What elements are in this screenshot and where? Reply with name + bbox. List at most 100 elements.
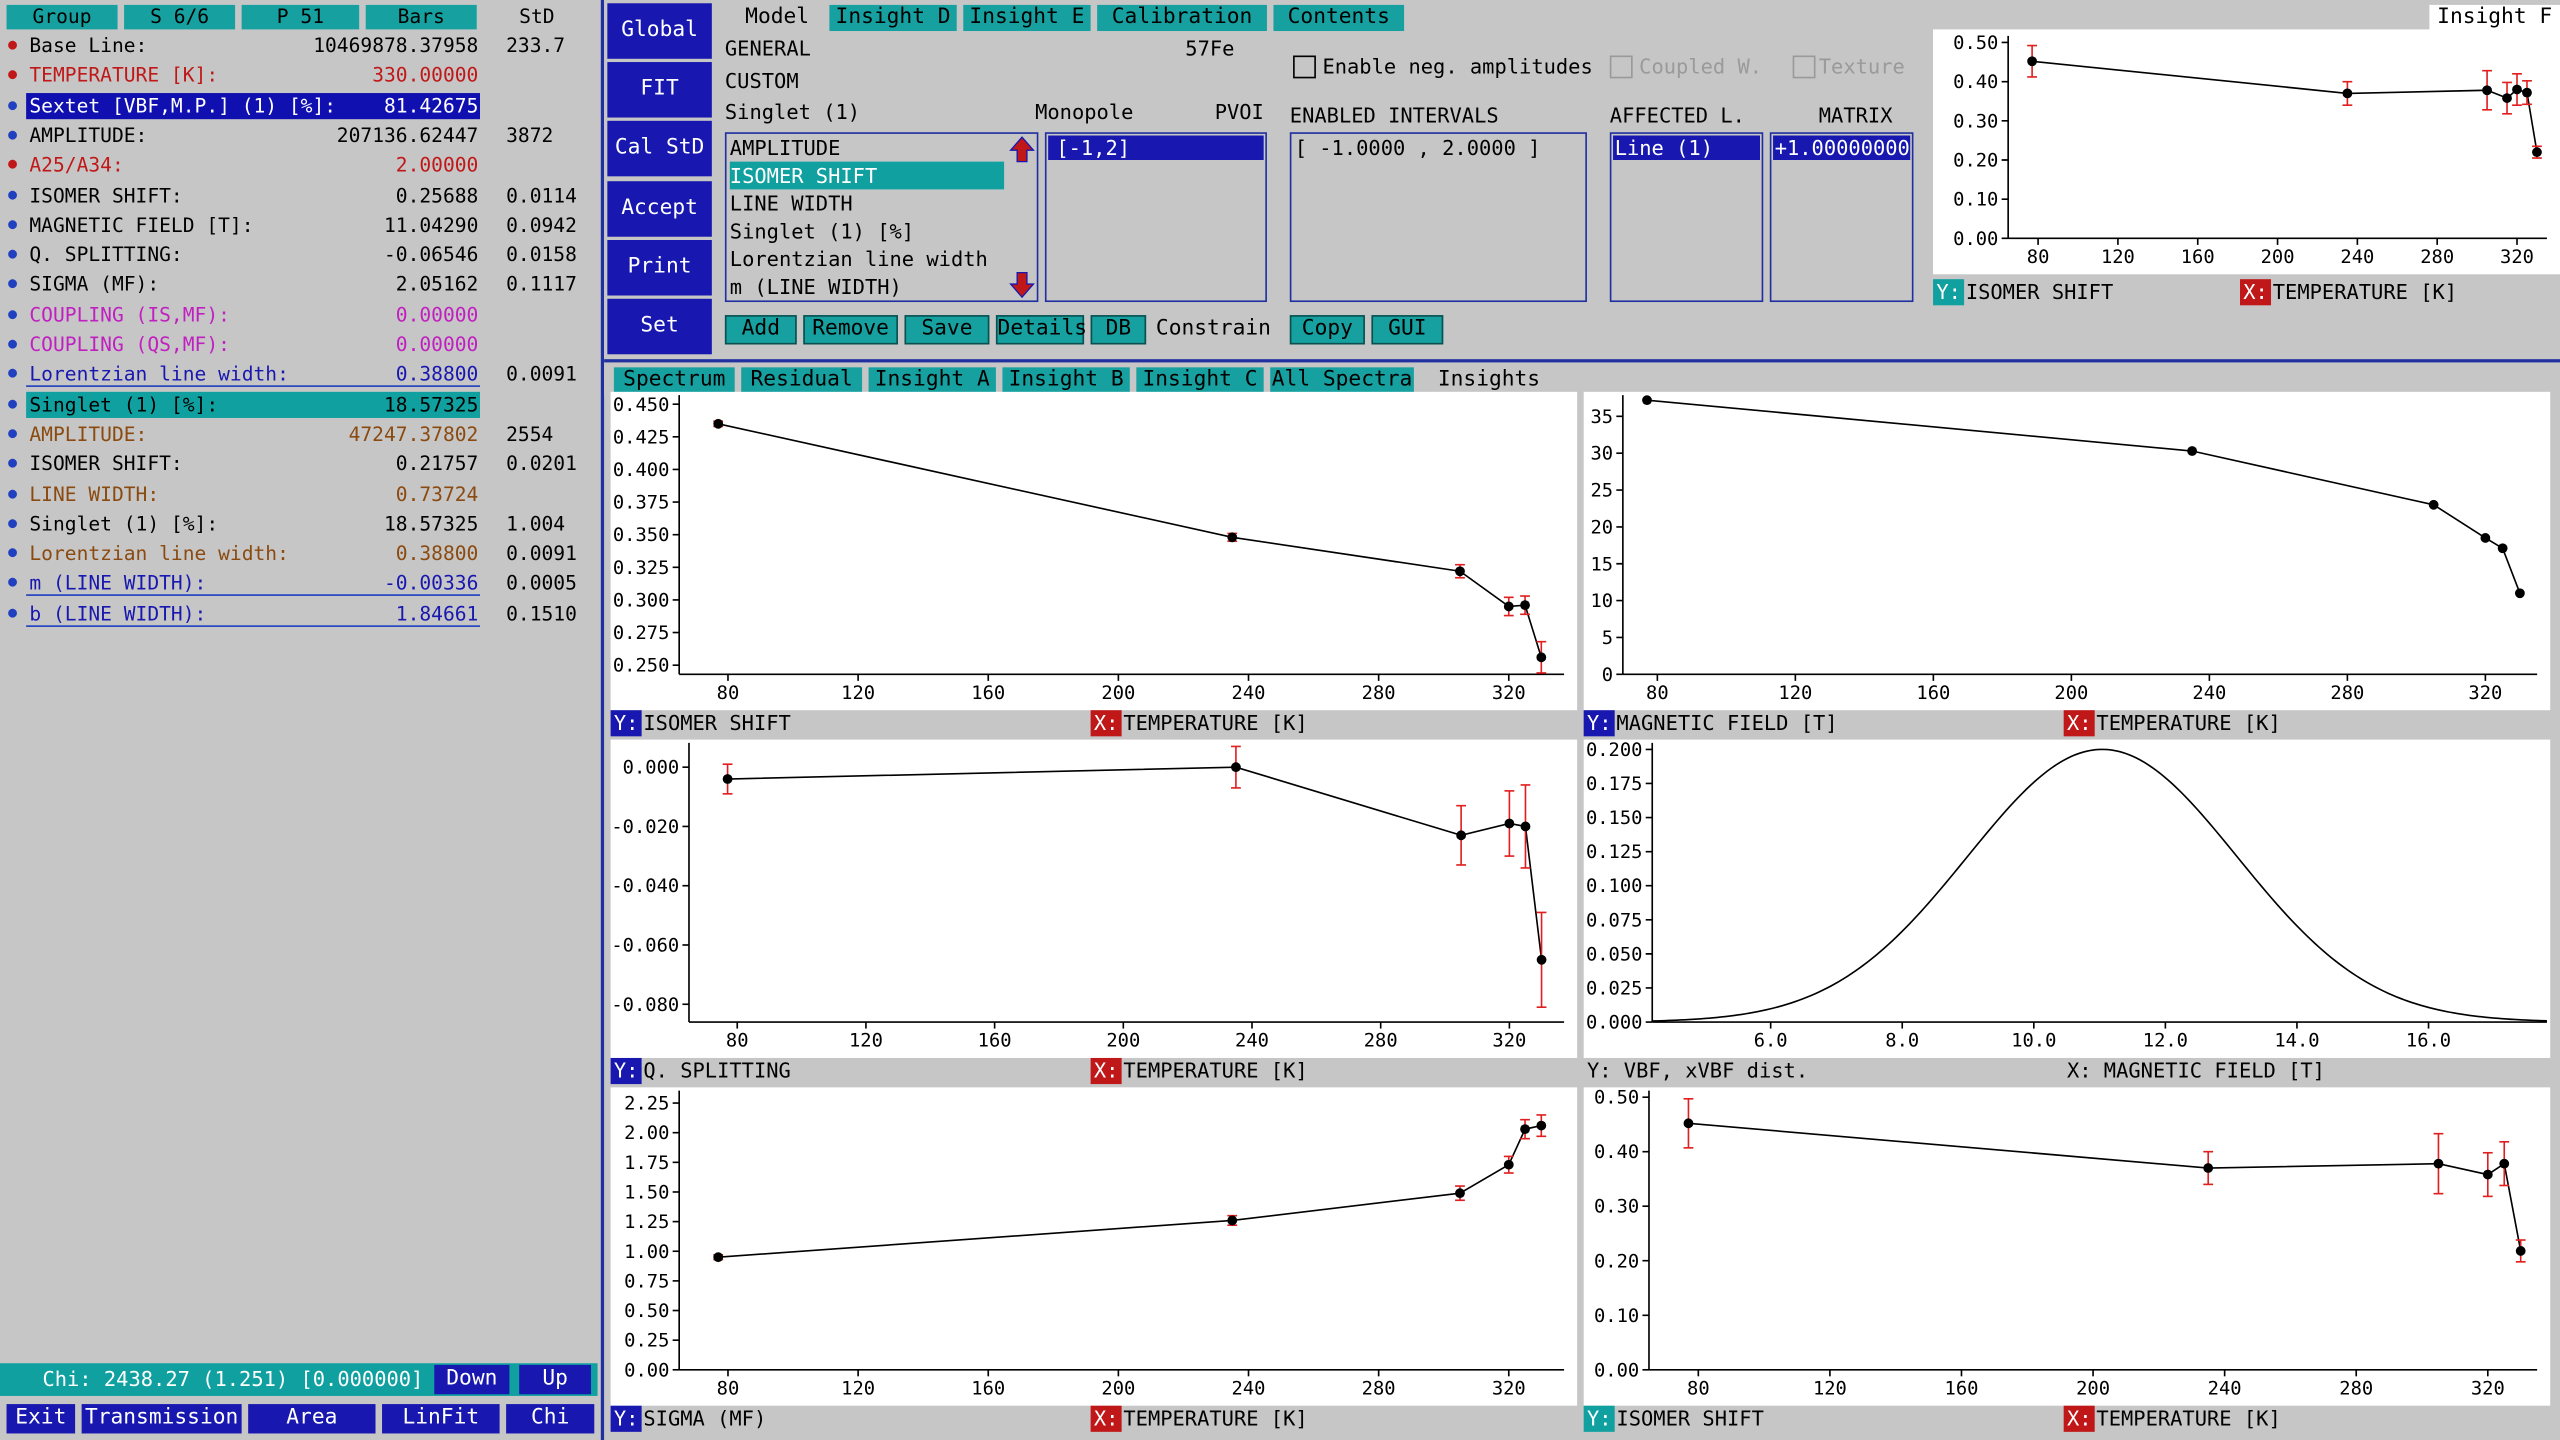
parameter-list-item[interactable]: Singlet (1) [%] — [730, 217, 914, 245]
parameter-list-item[interactable]: LINE WIDTH — [730, 189, 853, 217]
enable-neg-checkbox[interactable] — [1293, 55, 1316, 79]
parameter-row[interactable]: ● b (LINE WIDTH): 1.84661 0.1510 — [0, 599, 601, 628]
parameter-row[interactable]: ● Base Line: 10469878.37958 233.7 — [0, 31, 601, 60]
affected-value[interactable]: Line (1) — [1615, 134, 1713, 162]
parameter-row[interactable]: ● Sextet [VBF,M.P.] (1) [%]: 81.42675 — [0, 91, 601, 120]
linfit-button[interactable]: LinFit — [382, 1404, 500, 1434]
parameter-value[interactable]: 0.21757 — [396, 449, 479, 478]
parameter-value[interactable]: 207136.62447 — [337, 121, 479, 150]
parameter-std: 0.0158 — [506, 243, 577, 267]
parameter-value[interactable]: 0.00000 — [396, 300, 479, 329]
parameter-value[interactable]: 0.38800 — [396, 539, 479, 568]
matrix-listbox[interactable]: +1.00000000 — [1769, 132, 1914, 303]
parameter-value[interactable]: 2.05162 — [396, 270, 479, 299]
tab-insights[interactable]: Insights — [1420, 367, 1557, 393]
matrix-value[interactable]: +1.00000000 — [1775, 134, 1910, 162]
intervals-listbox[interactable]: [ -1.0000 , 2.0000 ] — [1289, 132, 1587, 303]
tab-model[interactable]: Model — [728, 5, 826, 31]
x-tick-label: 320 — [1492, 1031, 1526, 1052]
parameter-listbox[interactable]: AMPLITUDE ISOMER SHIFT LINE WIDTH Singlet (… — [724, 132, 1039, 303]
remove-button[interactable]: Remove — [803, 315, 898, 345]
range-listbox[interactable]: [-1,2] — [1044, 132, 1267, 303]
area-button[interactable]: Area — [248, 1404, 376, 1434]
parameter-list-item[interactable]: m (LINE WIDTH) — [730, 273, 902, 301]
parameter-row[interactable]: ● m (LINE WIDTH): -0.00336 0.0005 — [0, 569, 601, 598]
parameter-row[interactable]: ● ISOMER SHIFT: 0.21757 0.0201 — [0, 449, 601, 478]
parameter-row[interactable]: ● SIGMA (MF): 2.05162 0.1117 — [0, 270, 601, 299]
parameter-value[interactable]: -0.06546 — [384, 240, 478, 269]
exit-button[interactable]: Exit — [6, 1404, 76, 1434]
tab-insight-e[interactable]: Insight E — [963, 4, 1091, 32]
tab-insight-f[interactable]: Insight F — [2429, 4, 2560, 32]
tab-insight-d[interactable]: Insight D — [829, 4, 957, 32]
parameter-value[interactable]: 11.04290 — [384, 210, 478, 239]
parameter-row[interactable]: ● Singlet (1) [%]: 18.57325 1.004 — [0, 509, 601, 538]
affected-listbox[interactable]: Line (1) — [1609, 132, 1764, 303]
tab-insight-a[interactable]: Insight A — [868, 367, 996, 394]
constrain-label[interactable]: Constrain — [1156, 317, 1271, 341]
tab-insight-b[interactable]: Insight B — [1002, 367, 1130, 394]
parameter-row[interactable]: ● A25/A34: 2.00000 — [0, 151, 601, 180]
parameter-row[interactable]: ● COUPLING (QS,MF): 0.00000 — [0, 330, 601, 359]
details-button[interactable]: Details — [995, 315, 1087, 345]
parameter-value[interactable]: -0.00336 — [384, 569, 478, 598]
spectrum-selector[interactable]: S 6/6 — [124, 4, 236, 30]
parameter-row[interactable]: ● COUPLING (IS,MF): 0.00000 — [0, 300, 601, 329]
db-button[interactable]: DB — [1090, 315, 1147, 345]
parameter-value[interactable]: 18.57325 — [384, 390, 478, 419]
tab-all-spectra[interactable]: All Spectra — [1270, 367, 1414, 394]
parameter-list-item[interactable]: ISOMER SHIFT — [729, 161, 1005, 190]
parameter-row[interactable]: ● Singlet (1) [%]: 18.57325 — [0, 390, 601, 419]
parameter-row[interactable]: ● Q. SPLITTING: -0.06546 0.0158 — [0, 240, 601, 269]
up-button[interactable]: Up — [519, 1364, 592, 1395]
cal-std-button[interactable]: Cal StD — [607, 120, 712, 177]
set-button[interactable]: Set — [607, 298, 712, 355]
fit-button[interactable]: FIT — [607, 62, 712, 118]
gui-button[interactable]: GUI — [1371, 315, 1444, 345]
tab-residual[interactable]: Residual — [741, 367, 863, 394]
copy-button[interactable]: Copy — [1289, 315, 1365, 345]
accept-button[interactable]: Accept — [607, 181, 712, 237]
tab-calibration[interactable]: Calibration — [1097, 4, 1267, 32]
chi-button[interactable]: Chi — [506, 1404, 595, 1434]
print-button[interactable]: Print — [607, 239, 712, 296]
parameter-value[interactable]: 0.38800 — [396, 360, 479, 389]
parameter-value[interactable]: 0.73724 — [396, 479, 479, 508]
bars-button[interactable]: Bars — [365, 4, 477, 30]
transmission-button[interactable]: Transmission — [81, 1404, 242, 1434]
range-value[interactable]: [-1,2] — [1056, 134, 1130, 162]
parameter-value[interactable]: 330.00000 — [372, 61, 478, 90]
parameter-row[interactable]: ● TEMPERATURE [K]: 330.00000 — [0, 61, 601, 90]
parameter-value[interactable]: 2.00000 — [396, 151, 479, 180]
parameter-value[interactable]: 1.84661 — [396, 599, 479, 628]
parameter-row[interactable]: ● Lorentzian line width: 0.38800 0.0091 — [0, 360, 601, 389]
parameter-list-item[interactable]: Lorentzian line width — [730, 245, 988, 273]
parameter-row[interactable]: ● LINE WIDTH: 0.73724 — [0, 479, 601, 508]
parameter-row[interactable]: ● MAGNETIC FIELD [T]: 11.04290 0.0942 — [0, 210, 601, 239]
parameter-value[interactable]: 18.57325 — [384, 509, 478, 538]
add-button[interactable]: Add — [724, 315, 797, 345]
parameter-selector[interactable]: P 51 — [241, 4, 360, 30]
tab-spectrum[interactable]: Spectrum — [613, 367, 735, 394]
listbox-scroll-arrows[interactable] — [1007, 134, 1036, 301]
tab-insight-c[interactable]: Insight C — [1136, 367, 1264, 394]
parameter-value[interactable]: 0.00000 — [396, 330, 479, 359]
save-button[interactable]: Save — [904, 315, 990, 345]
parameter-value[interactable]: 0.25688 — [396, 180, 479, 209]
parameter-value[interactable]: 10469878.37958 — [313, 31, 478, 60]
down-button[interactable]: Down — [434, 1364, 510, 1395]
parameter-value[interactable]: 47247.37802 — [349, 419, 479, 448]
parameter-row[interactable]: ● Lorentzian line width: 0.38800 0.0091 — [0, 539, 601, 568]
tab-contents[interactable]: Contents — [1273, 4, 1405, 32]
parameter-row[interactable]: ● AMPLITUDE: 207136.62447 3872 — [0, 121, 601, 150]
parameter-row[interactable]: ● ISOMER SHIFT: 0.25688 0.0114 — [0, 180, 601, 209]
texture-checkbox[interactable] — [1792, 55, 1816, 79]
parameter-row[interactable]: ● AMPLITUDE: 47247.37802 2554 — [0, 419, 601, 448]
data-point — [2480, 533, 2491, 543]
interval-value[interactable]: [ -1.0000 , 2.0000 ] — [1295, 134, 1541, 162]
coupled-checkbox[interactable] — [1609, 55, 1633, 79]
parameter-value[interactable]: 81.42675 — [384, 91, 478, 120]
group-button[interactable]: Group — [6, 4, 118, 30]
parameter-list-item[interactable]: AMPLITUDE — [730, 134, 841, 162]
global-button[interactable]: Global — [607, 3, 712, 59]
